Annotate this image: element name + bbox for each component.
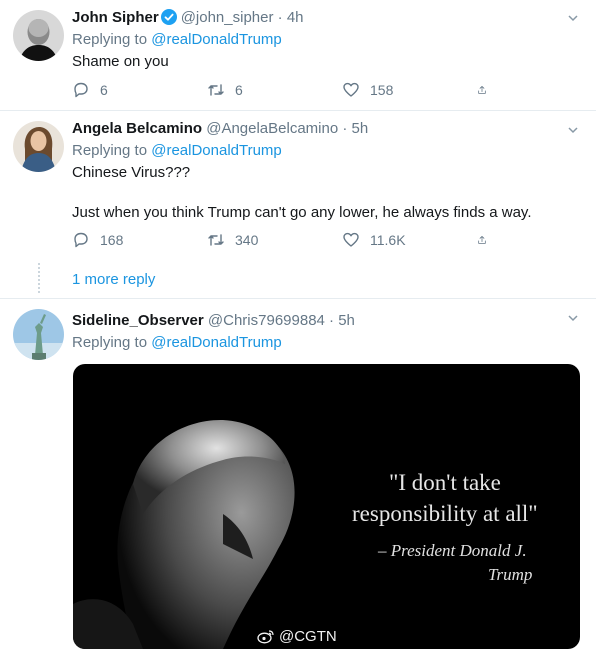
quote-attribution-line-1: – President Donald J. — [378, 541, 527, 560]
mention-link[interactable]: @realDonaldTrump — [151, 334, 282, 351]
retweet-button[interactable]: 6 — [207, 80, 342, 100]
replying-to: Replying to @realDonaldTrump — [72, 141, 580, 161]
share-icon — [478, 236, 486, 244]
avatar[interactable] — [13, 309, 64, 360]
separator-dot: · — [329, 312, 335, 329]
retweet-icon — [208, 234, 224, 246]
more-replies-link[interactable]: 1 more reply — [72, 271, 155, 288]
timestamp[interactable]: 4h — [287, 9, 304, 26]
display-name[interactable]: Angela Belcamino — [72, 120, 202, 137]
reply-button[interactable]: 6 — [72, 80, 207, 100]
replying-to-label: Replying to — [72, 31, 152, 48]
avatar[interactable] — [13, 121, 64, 172]
separator-dot: · — [342, 120, 348, 137]
tweet-john-sipher[interactable]: John Sipher @john_sipher · 4h Replying to… — [0, 0, 596, 110]
tweet-actions: 6 6 158 — [72, 80, 512, 100]
chevron-down-icon[interactable] — [566, 11, 580, 25]
thread-connector — [38, 263, 40, 293]
watermark: @CGTN — [257, 628, 337, 645]
display-name[interactable]: Sideline_Observer — [72, 312, 204, 329]
display-name[interactable]: John Sipher — [72, 9, 159, 26]
reply-button[interactable]: 168 — [72, 230, 207, 250]
chevron-down-icon[interactable] — [566, 311, 580, 325]
replying-to: Replying to @realDonaldTrump — [72, 333, 580, 353]
verified-badge-icon — [160, 9, 177, 25]
mention-link[interactable]: @realDonaldTrump — [151, 142, 282, 159]
tweet-text-line-2: Just when you think Trump can't go any l… — [72, 204, 532, 221]
user-handle[interactable]: @Chris79699884 — [208, 312, 325, 329]
retweet-count: 6 — [235, 82, 243, 98]
like-button[interactable]: 158 — [342, 80, 477, 100]
replying-to: Replying to @realDonaldTrump — [72, 30, 580, 50]
chevron-down-icon[interactable] — [566, 123, 580, 137]
quote-attribution-line-2: Trump — [488, 565, 533, 584]
weibo-logo-icon — [257, 630, 274, 644]
like-button[interactable]: 11.6K — [342, 230, 477, 250]
tweet-text: Shame on you — [72, 53, 169, 70]
reply-icon — [74, 82, 88, 98]
like-count: 11.6K — [370, 232, 406, 248]
reply-icon — [74, 232, 88, 248]
share-icon — [478, 86, 486, 94]
heart-icon — [343, 232, 359, 247]
tweet-header: Angela Belcamino @AngelaBelcamino · 5h — [72, 119, 580, 139]
reply-count: 168 — [100, 232, 124, 248]
tweet-angela-belcamino[interactable]: Angela Belcamino @AngelaBelcamino · 5h R… — [0, 111, 596, 298]
user-handle[interactable]: @john_sipher — [181, 9, 274, 26]
tweet-actions: 168 340 11.6K — [72, 230, 512, 250]
tweet-media-image[interactable]: "I don't take responsibility at all" – P… — [73, 364, 580, 649]
share-button[interactable] — [477, 80, 497, 100]
separator-dot: · — [277, 9, 283, 26]
tweet-text-line-1: Chinese Virus??? — [72, 164, 191, 181]
user-handle[interactable]: @AngelaBelcamino — [206, 120, 338, 137]
like-count: 158 — [370, 82, 394, 98]
mention-link[interactable]: @realDonaldTrump — [151, 31, 282, 48]
heart-icon — [343, 82, 359, 97]
quote-text-line-2: responsibility at all" — [352, 501, 538, 526]
timestamp[interactable]: 5h — [352, 120, 369, 137]
retweet-button[interactable]: 340 — [207, 230, 342, 250]
retweet-count: 340 — [235, 232, 259, 248]
tweet-header: John Sipher @john_sipher · 4h — [72, 8, 580, 28]
replying-to-label: Replying to — [72, 142, 152, 159]
tweet-header: Sideline_Observer @Chris79699884 · 5h — [72, 311, 580, 331]
share-button[interactable] — [477, 230, 497, 250]
timestamp[interactable]: 5h — [338, 312, 355, 329]
reply-count: 6 — [100, 82, 108, 98]
quote-text-line-1: "I don't take — [389, 470, 501, 495]
replying-to-label: Replying to — [72, 334, 152, 351]
retweet-icon — [208, 84, 224, 96]
watermark-text: @CGTN — [279, 628, 337, 645]
avatar[interactable] — [13, 10, 64, 61]
